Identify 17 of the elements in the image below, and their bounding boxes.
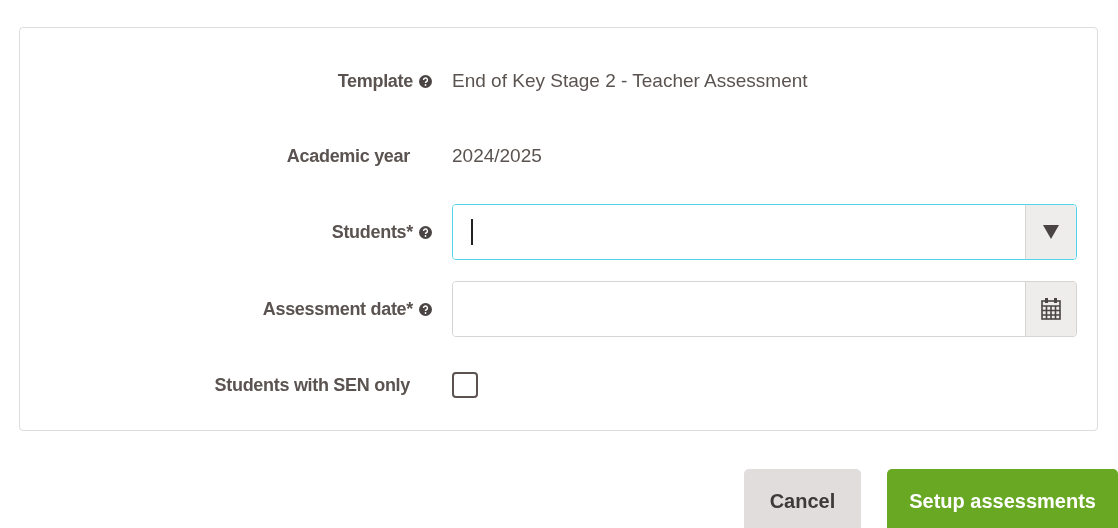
field-label: Students* <box>331 221 413 243</box>
field-label: Students with SEN only <box>214 374 410 396</box>
date-field[interactable] <box>452 281 1077 337</box>
checkbox[interactable] <box>452 372 478 398</box>
help-icon[interactable] <box>419 74 432 88</box>
field-value: 2024/2025 <box>452 145 542 166</box>
field-label: Assessment date* <box>262 298 413 320</box>
text-cursor <box>471 219 473 245</box>
field-label: Academic year <box>286 145 410 167</box>
field-value: End of Key Stage 2 - Teacher Assessment <box>452 70 808 91</box>
caret-down-icon[interactable] <box>1043 225 1059 239</box>
help-icon[interactable] <box>419 302 432 316</box>
cancel-button[interactable]: Cancel <box>743 469 862 528</box>
help-icon[interactable] <box>419 225 432 239</box>
field-label: Template <box>337 70 413 92</box>
dropdown-field[interactable] <box>452 204 1077 260</box>
calendar-icon[interactable] <box>1041 298 1061 320</box>
